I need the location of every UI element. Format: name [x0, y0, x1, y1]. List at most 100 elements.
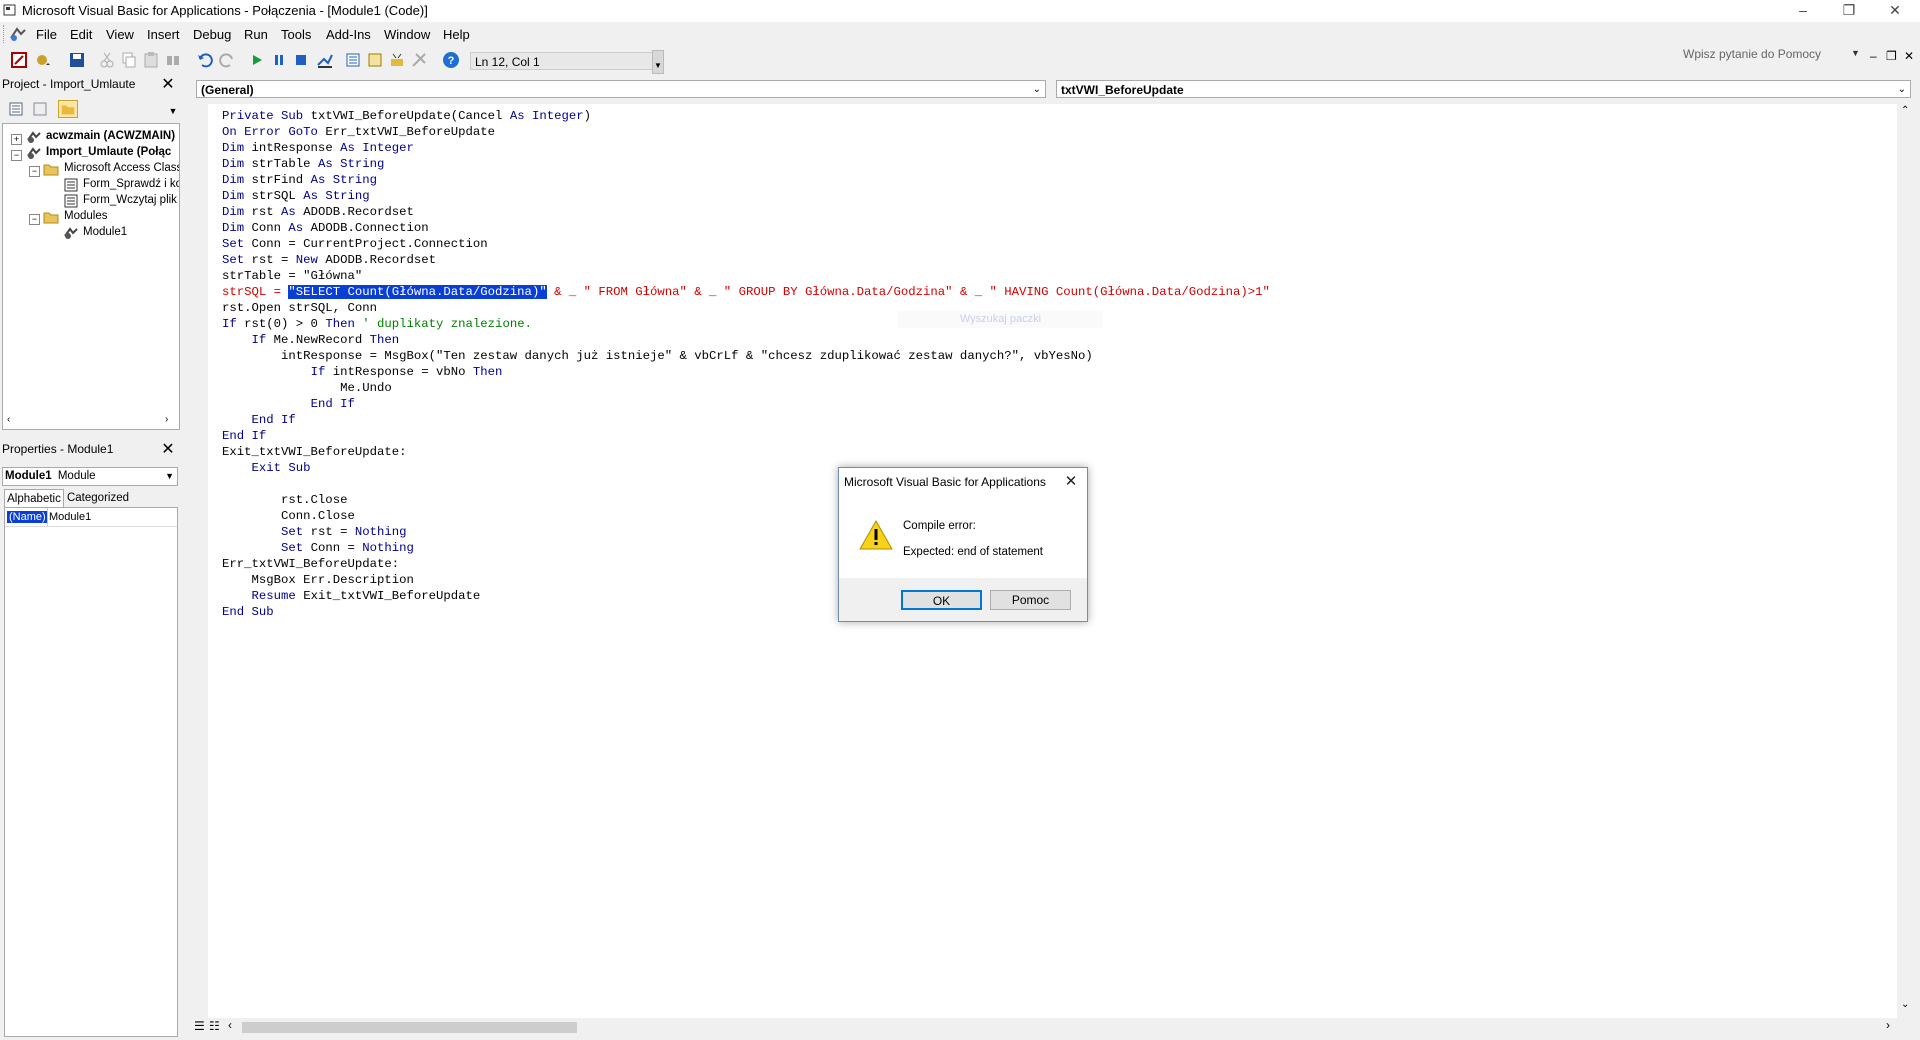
property-name[interactable]: (Name)	[7, 511, 48, 523]
code-line[interactable]: Dim Conn As ADODB.Connection	[222, 220, 429, 236]
vertical-scrollbar[interactable]: ⌃ ⌄	[1897, 104, 1915, 1018]
object-select[interactable]: Module1 Module ▼	[2, 467, 178, 486]
code-line[interactable]: If intResponse = vbNo Then	[222, 364, 503, 380]
menu-help[interactable]: Help	[443, 27, 470, 42]
restore-button[interactable]: ❐	[1826, 0, 1872, 22]
code-line[interactable]: Dim intResponse As Integer	[222, 140, 414, 156]
scroll-up-icon[interactable]: ⌃	[1901, 105, 1909, 116]
code-line[interactable]: intResponse = MsgBox("Ten zestaw danych …	[222, 348, 1093, 364]
code-line[interactable]: Exit Sub	[222, 460, 311, 476]
code-line[interactable]: Err_txtVWI_BeforeUpdate:	[222, 556, 399, 572]
menu-add-ins[interactable]: Add-Ins	[326, 27, 371, 42]
full-module-view-icon[interactable]: ☷	[209, 1019, 220, 1033]
code-line[interactable]: Exit_txtVWI_BeforeUpdate:	[222, 444, 406, 460]
code-line[interactable]: Dim rst As ADODB.Recordset	[222, 204, 414, 220]
code-line[interactable]: End Sub	[222, 604, 274, 620]
menu-run[interactable]: Run	[244, 27, 268, 42]
code-line[interactable]: On Error GoTo Err_txtVWI_BeforeUpdate	[222, 124, 495, 140]
dialog-close-icon[interactable]: ✕	[1061, 472, 1081, 492]
help-search-input[interactable]: Wpisz pytanie do Pomocy	[1683, 47, 1863, 65]
tab-categorized[interactable]: Categorized	[66, 490, 130, 507]
tree-item-form-wczytaj[interactable]: Form_Wczytaj plik	[83, 194, 177, 206]
mdi-close-button[interactable]: ✕	[1904, 49, 1914, 63]
mdi-minimize-button[interactable]: –	[1870, 49, 1877, 63]
project-pane-scroll-arrow[interactable]: ▼	[168, 99, 178, 123]
code-line[interactable]: Conn.Close	[222, 508, 355, 524]
tree-item-class-objects[interactable]: Microsoft Access Class (	[64, 162, 179, 174]
code-line[interactable]: Private Sub txtVWI_BeforeUpdate(Cancel A…	[222, 108, 591, 124]
code-line[interactable]: strTable = "Główna"	[222, 268, 362, 284]
scroll-right-icon[interactable]: ›	[165, 414, 168, 425]
code-line[interactable]: Dim strSQL As String	[222, 188, 370, 204]
run-icon[interactable]	[248, 51, 266, 69]
help-dropdown-icon[interactable]: ▼	[1851, 48, 1860, 58]
properties-pane-close-icon[interactable]: ✕	[160, 442, 176, 458]
collapse-import-umlaute-icon[interactable]: −	[11, 150, 22, 161]
menu-tools[interactable]: Tools	[281, 27, 311, 42]
code-line[interactable]: strSQL = "SELECT Count(Główna.Data/Godzi…	[222, 284, 1270, 300]
menu-edit[interactable]: Edit	[70, 27, 92, 42]
menu-window[interactable]: Window	[384, 27, 430, 42]
code-line[interactable]: If rst(0) > 0 Then ' duplikaty znalezion…	[222, 316, 532, 332]
menu-debug[interactable]: Debug	[193, 27, 231, 42]
menu-insert[interactable]: Insert	[147, 27, 180, 42]
view-object-icon[interactable]	[32, 101, 48, 117]
tree-item-import-umlaute[interactable]: Import_Umlaute (Połąc	[46, 146, 171, 158]
code-line[interactable]: rst.Close	[222, 492, 347, 508]
code-line[interactable]: Set Conn = Nothing	[222, 540, 414, 556]
paste-icon[interactable]	[142, 51, 160, 69]
horizontal-scroll-thumb[interactable]	[242, 1022, 577, 1033]
reset-icon[interactable]	[292, 51, 310, 69]
view-access-icon[interactable]	[10, 51, 28, 69]
property-value[interactable]: Module1	[49, 511, 91, 523]
find-icon[interactable]	[164, 51, 182, 69]
code-line[interactable]: rst.Open strSQL, Conn	[222, 300, 377, 316]
code-line[interactable]: If Me.NewRecord Then	[222, 332, 400, 348]
code-line[interactable]: Resume Exit_txtVWI_BeforeUpdate	[222, 588, 481, 604]
toggle-folders-icon[interactable]	[58, 100, 78, 118]
code-line[interactable]: Set rst = Nothing	[222, 524, 406, 540]
vba-icon[interactable]	[9, 26, 27, 42]
toolbox-icon[interactable]	[410, 51, 428, 69]
code-line[interactable]: End If	[222, 412, 296, 428]
code-line[interactable]: End If	[222, 396, 355, 412]
menu-file[interactable]: File	[36, 27, 57, 42]
expand-acwzmain-icon[interactable]: +	[11, 134, 22, 145]
object-browser-icon[interactable]	[388, 51, 406, 69]
code-line[interactable]: Set Conn = CurrentProject.Connection	[222, 236, 488, 252]
code-line[interactable]: Me.Undo	[222, 380, 392, 396]
collapse-modules-icon[interactable]: −	[29, 214, 40, 225]
tree-item-form-sprawdz[interactable]: Form_Sprawdź i kop	[83, 178, 179, 190]
mdi-restore-button[interactable]: ❐	[1886, 49, 1897, 63]
toolbar-overflow-button[interactable]: ▼	[652, 50, 664, 74]
insert-object-icon[interactable]	[34, 51, 52, 69]
code-line[interactable]: End If	[222, 428, 266, 444]
procedure-view-icon[interactable]: ☰	[194, 1019, 205, 1033]
help-button[interactable]: Pomoc	[990, 590, 1071, 610]
menu-grip[interactable]	[3, 25, 7, 43]
menu-view[interactable]: View	[106, 27, 134, 42]
redo-icon[interactable]	[218, 51, 236, 69]
collapse-class-objects-icon[interactable]: −	[29, 166, 40, 177]
tree-item-acwzmain[interactable]: acwzmain (ACWZMAIN)	[46, 130, 175, 142]
object-combo[interactable]: (General) ⌄	[196, 80, 1046, 98]
cut-icon[interactable]	[98, 51, 116, 69]
save-icon[interactable]	[68, 51, 86, 69]
design-mode-icon[interactable]	[316, 51, 334, 69]
code-line[interactable]: MsgBox Err.Description	[222, 572, 414, 588]
tree-item-modules[interactable]: Modules	[64, 210, 107, 222]
scroll-left-icon[interactable]: ‹	[228, 1018, 232, 1032]
scroll-right-icon[interactable]: ›	[1886, 1018, 1890, 1032]
procedure-combo[interactable]: txtVWI_BeforeUpdate ⌄	[1056, 80, 1911, 98]
copy-icon[interactable]	[120, 51, 138, 69]
help-icon[interactable]: ?	[442, 51, 460, 69]
view-code-icon[interactable]	[8, 101, 24, 117]
scroll-left-icon[interactable]: ‹	[7, 414, 10, 425]
tree-item-module1[interactable]: Module1	[83, 226, 127, 238]
code-line[interactable]: Set rst = New ADODB.Recordset	[222, 252, 436, 268]
project-explorer-icon[interactable]	[344, 51, 362, 69]
properties-window-icon[interactable]	[366, 51, 384, 69]
tab-alphabetic[interactable]: Alphabetic	[4, 489, 64, 508]
code-margin-indicator-bar[interactable]	[192, 104, 209, 1018]
close-window-button[interactable]: ✕	[1872, 0, 1918, 22]
